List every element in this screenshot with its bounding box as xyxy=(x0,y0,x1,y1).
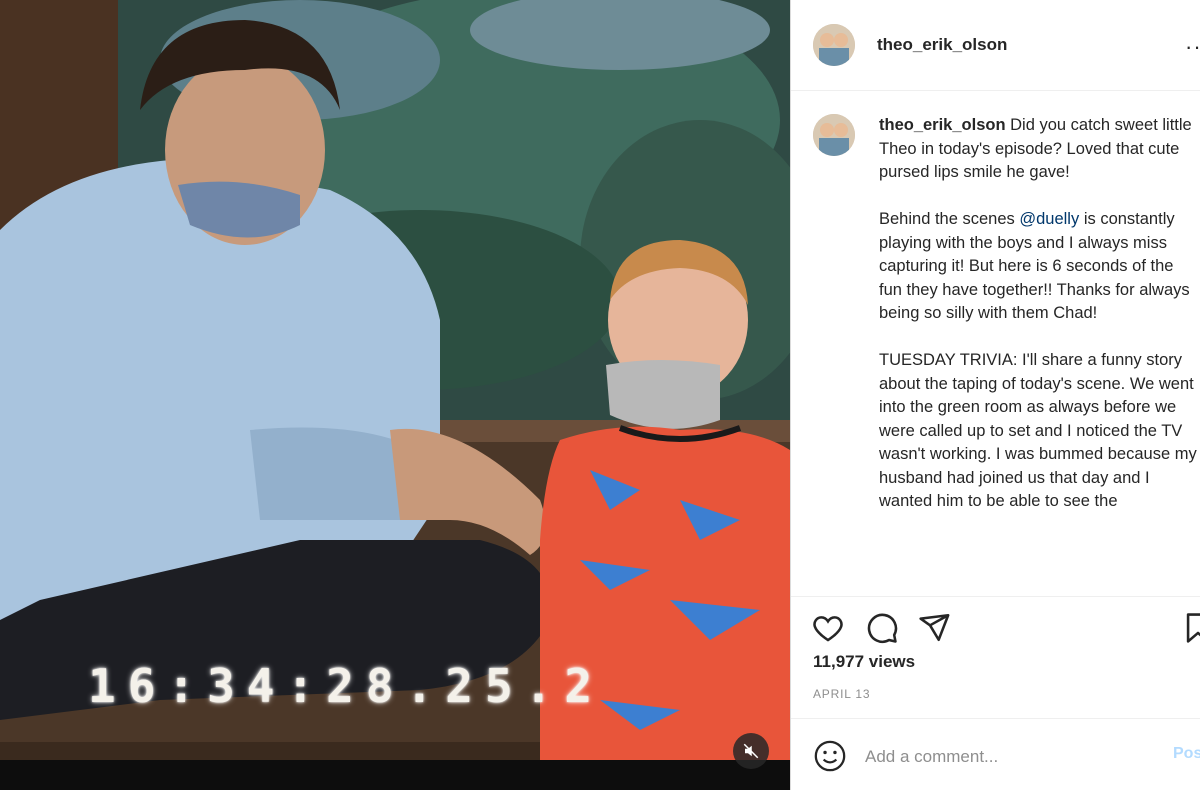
post-header: theo_erik_olson ··· xyxy=(791,0,1200,91)
share-icon[interactable] xyxy=(917,611,951,645)
mute-icon xyxy=(743,743,759,759)
post-caption: theo_erik_olson Did you catch sweet litt… xyxy=(879,114,1197,514)
caption-section: theo_erik_olson Did you catch sweet litt… xyxy=(791,90,1200,588)
comment-icon[interactable] xyxy=(865,611,899,645)
caption-text-2: is constantly playing with the boys and … xyxy=(879,210,1197,510)
emoji-icon[interactable] xyxy=(813,739,847,773)
view-count[interactable]: 11,977 views xyxy=(813,652,915,672)
add-comment-bar: Post xyxy=(791,718,1200,791)
more-horizontal-icon[interactable]: ··· xyxy=(1185,34,1200,60)
action-bar xyxy=(791,596,1200,647)
video-player[interactable]: 16:34:28.25.2 xyxy=(0,0,790,790)
heart-icon[interactable] xyxy=(811,611,845,645)
header-username[interactable]: theo_erik_olson xyxy=(877,35,1007,55)
comment-input[interactable] xyxy=(863,741,1157,773)
avatar[interactable] xyxy=(813,24,855,66)
bookmark-icon[interactable] xyxy=(1181,611,1200,645)
caption-username[interactable]: theo_erik_olson xyxy=(879,116,1006,134)
mention-link[interactable]: @duelly xyxy=(1019,210,1079,228)
post-panel: theo_erik_olson ··· theo_erik_olson Did … xyxy=(790,0,1200,790)
mute-button[interactable] xyxy=(733,733,769,769)
post-button[interactable]: Post xyxy=(1173,745,1200,763)
post-date[interactable]: APRIL 13 xyxy=(813,687,870,701)
timecode-overlay: 16:34:28.25.2 xyxy=(88,659,605,713)
caption-avatar[interactable] xyxy=(813,114,855,156)
